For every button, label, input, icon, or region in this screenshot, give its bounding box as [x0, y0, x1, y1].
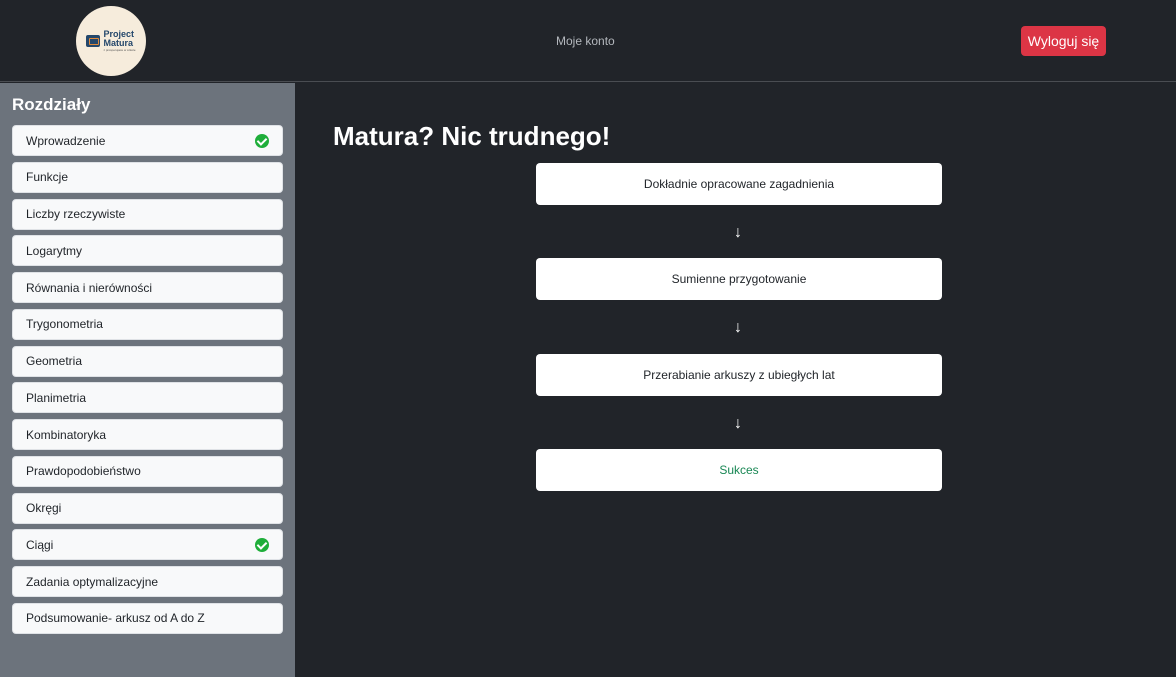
chapter-label: Geometria	[26, 354, 83, 368]
chapter-label: Planimetria	[26, 390, 87, 405]
sidebar-title: Rozdziały	[12, 95, 91, 114]
sidebar-chapter-item[interactable]: Geometria	[12, 345, 283, 377]
logout-button[interactable]: Wyloguj się	[1021, 26, 1106, 56]
page-title: Matura? Nic trudnego!	[333, 121, 611, 151]
sidebar-chapter-item[interactable]: Funkcje	[12, 161, 283, 193]
sidebar-chapter-item[interactable]: Wprowadzenie	[12, 125, 283, 156]
sidebar-chapter-item[interactable]: Równania i nierówności	[12, 272, 283, 303]
my-account-link[interactable]: Moje konto	[556, 34, 615, 48]
step-card-success: Sukces	[536, 449, 942, 491]
sidebar-chapter-item[interactable]: Ciągi	[12, 529, 283, 561]
chapter-label: Okręgi	[26, 501, 62, 515]
sidebar-chapter-item[interactable]: Planimetria	[12, 382, 283, 414]
chapter-label: Podsumowanie- arkusz od A do Z	[26, 611, 205, 626]
chapter-label: Zadania optymalizacyjne	[26, 574, 159, 589]
sidebar-chapter-item[interactable]: Okręgi	[12, 492, 283, 524]
chapter-label: Logarytmy	[26, 243, 83, 258]
project-matura-logo[interactable]: Project Matura z prosperujace w szkole	[76, 6, 146, 76]
sidebar-chapter-item[interactable]: Liczby rzeczywiste	[12, 198, 283, 230]
sidebar-chapter-item[interactable]: Kombinatoryka	[12, 419, 283, 450]
logo-line2: Matura	[103, 38, 133, 48]
down-arrow-icon: ↓	[734, 224, 742, 241]
laptop-logo-icon	[86, 35, 101, 47]
chapters-sidebar: Rozdziały Wprowadzenie Funkcje Liczby rzec…	[0, 83, 295, 677]
step-card: Dokładnie opracowane zagadnienia	[536, 163, 942, 205]
chapter-label: Kombinatoryka	[26, 427, 107, 442]
completed-check-icon	[255, 538, 269, 553]
down-arrow-icon: ↓	[734, 319, 742, 336]
main-content: Matura? Nic trudnego! Dokładnie opracowa…	[295, 83, 1176, 677]
top-navbar: Project Matura z prosperujace w szkole M…	[0, 0, 1176, 82]
chapter-label: Funkcje	[26, 170, 69, 185]
sidebar-chapter-item[interactable]: Trygonometria	[12, 308, 283, 340]
completed-check-icon	[255, 134, 269, 148]
sidebar-chapter-item[interactable]: Logarytmy	[12, 235, 283, 267]
chapter-label: Wprowadzenie	[26, 133, 106, 148]
down-arrow-icon: ↓	[734, 415, 742, 432]
chapter-label: Prawdopodobieństwo	[26, 464, 141, 479]
chapter-list: Wprowadzenie Funkcje Liczby rzeczywiste Log…	[12, 125, 284, 640]
chapter-label: Liczby rzeczywiste	[26, 207, 126, 221]
step-card: Sumienne przygotowanie	[536, 258, 942, 300]
sidebar-chapter-item[interactable]: Podsumowanie- arkusz od A do Z	[12, 602, 283, 634]
logo-subtitle: z prosperujace w szkole	[103, 48, 136, 52]
chapter-label: Równania i nierówności	[26, 280, 153, 295]
chapter-label: Ciągi	[26, 537, 54, 552]
logo-wordmark: Project Matura z prosperujace w szkole	[103, 30, 136, 53]
sidebar-chapter-item[interactable]: Zadania optymalizacyjne	[12, 566, 283, 597]
chapter-label: Trygonometria	[26, 317, 103, 332]
step-card: Przerabianie arkuszy z ubiegłych lat	[536, 354, 942, 396]
sidebar-chapter-item[interactable]: Prawdopodobieństwo	[12, 455, 283, 487]
